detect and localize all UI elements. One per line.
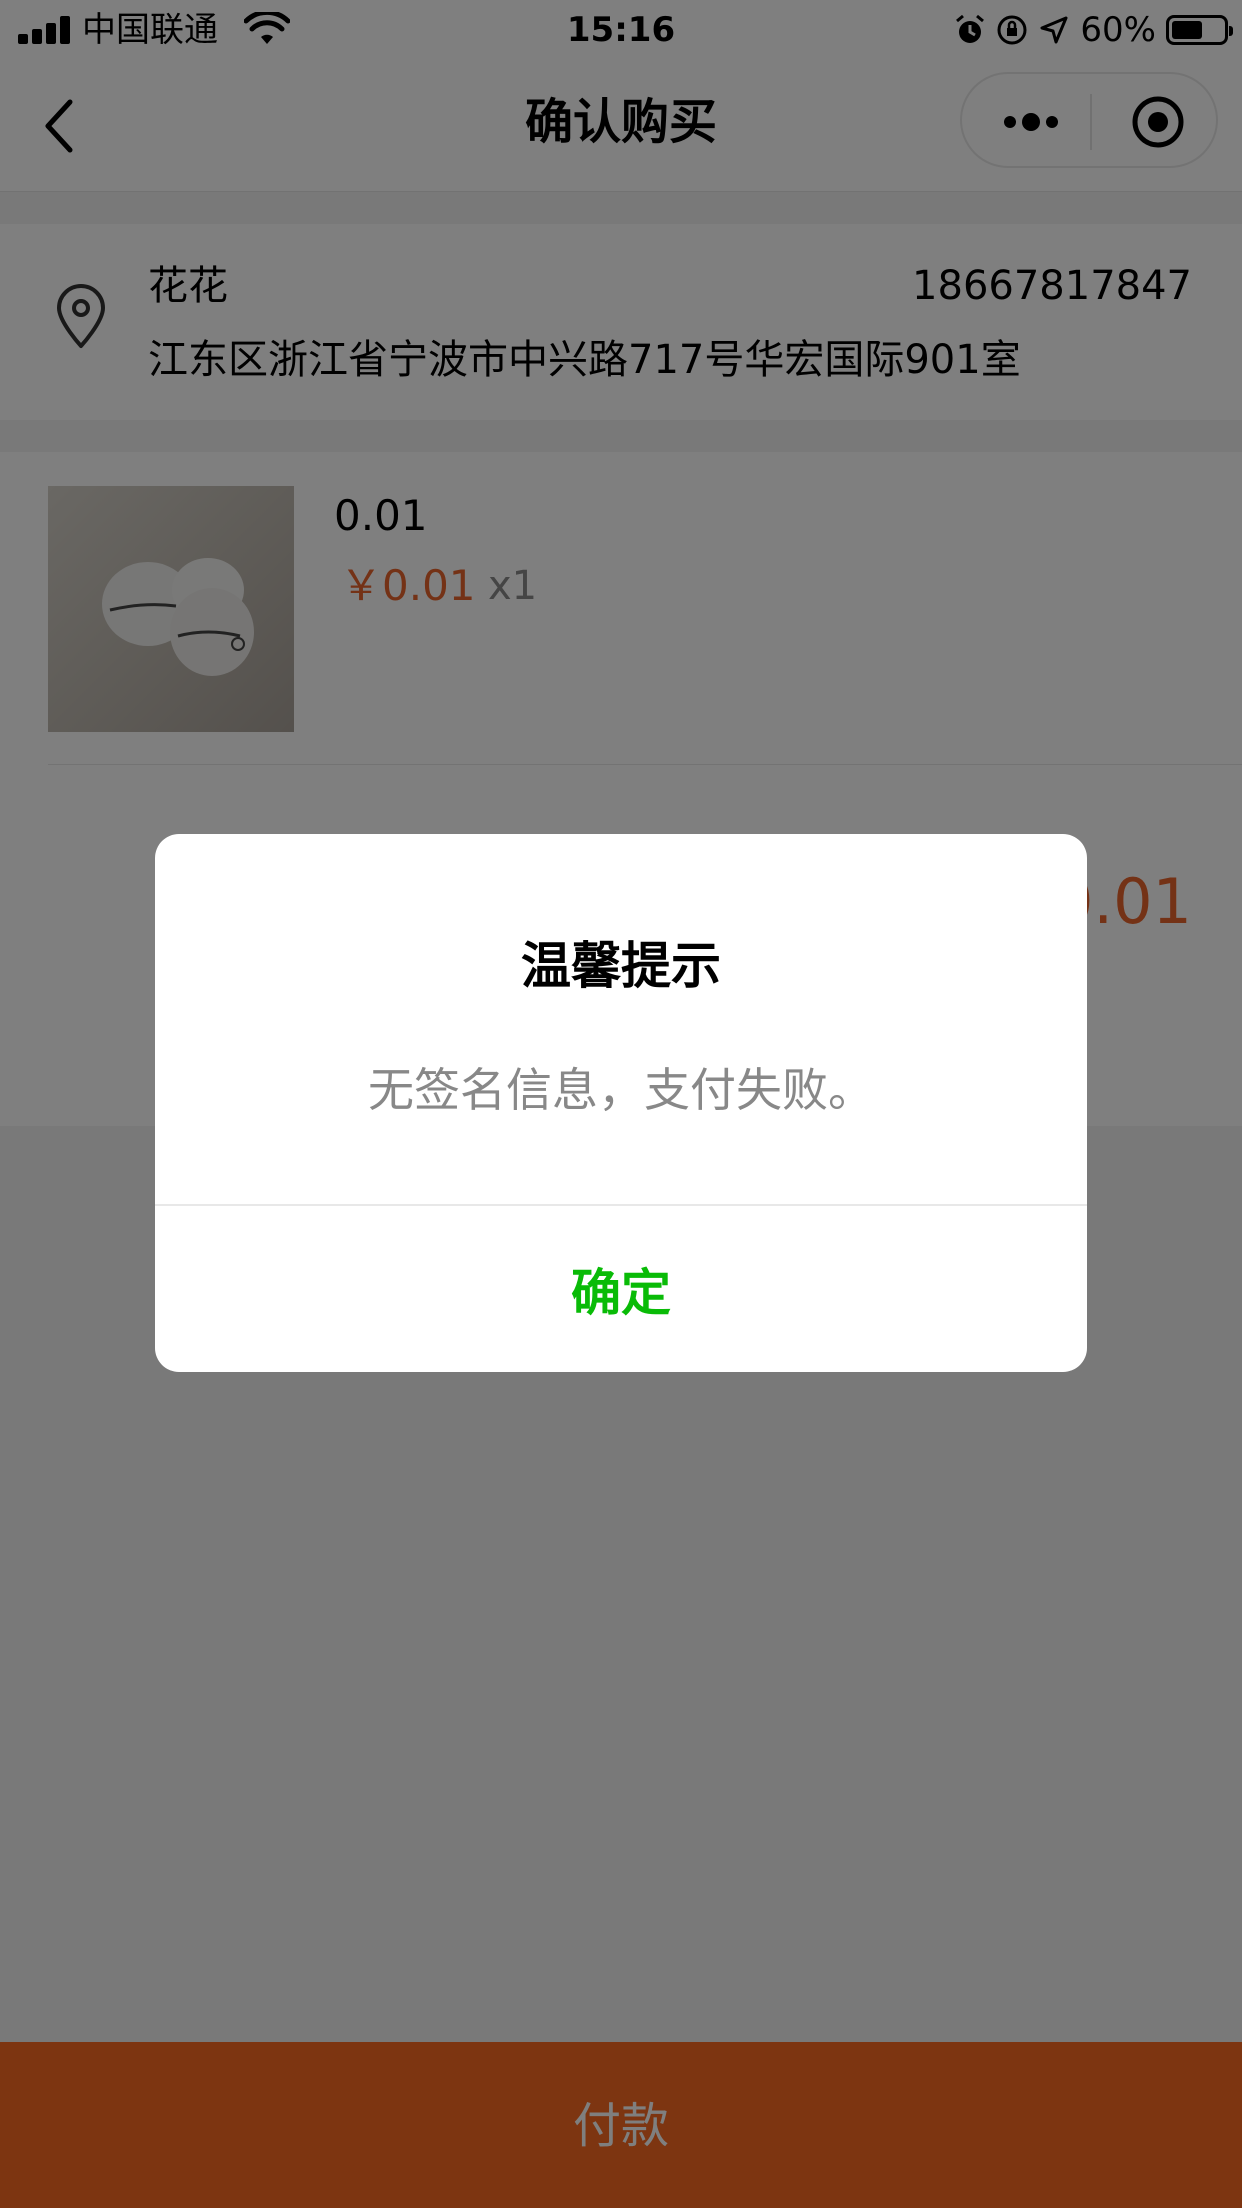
dialog-title: 温馨提示	[521, 937, 721, 995]
dialog-message: 无签名信息，支付失败。	[368, 1063, 874, 1117]
alert-dialog: 温馨提示 无签名信息，支付失败。 确定	[155, 834, 1087, 1372]
confirm-purchase-screen: 中国联通 15:16 60%	[0, 0, 1242, 2208]
confirm-button[interactable]: 确定	[155, 1206, 1087, 1372]
